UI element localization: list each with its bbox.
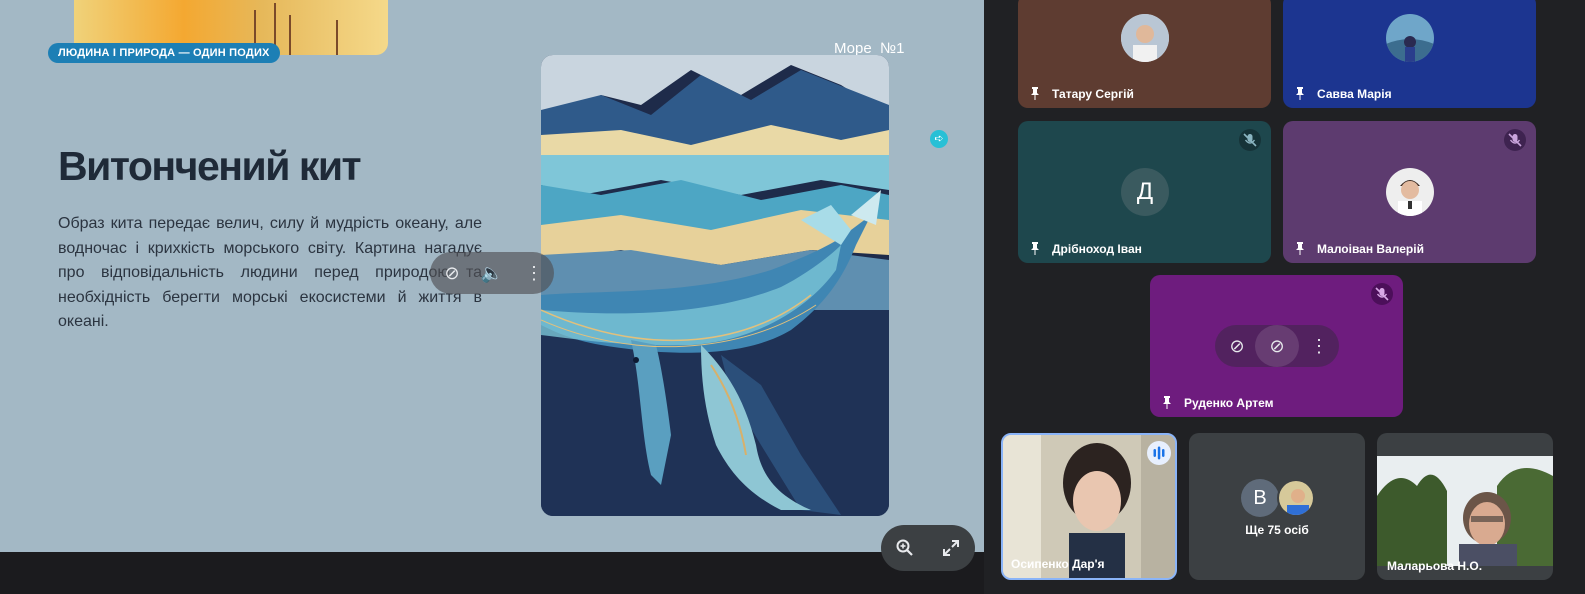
presentation-hover-controls: ⊘ 🔈 ⋮ [430,252,554,294]
participant-tile[interactable]: Д Дрібноход Іван [1018,121,1271,263]
participant-tile[interactable]: Татару Сергій [1018,0,1271,108]
pin-icon [1163,396,1171,409]
avatar [1277,479,1315,517]
speaking-indicator-icon [1147,441,1171,465]
zoom-in-icon[interactable] [889,532,921,564]
section-badge: ЛЮДИНА І ПРИРОДА — ОДИН ПОДИХ [48,43,280,63]
participant-name: Руденко Артем [1184,396,1274,410]
more-participants-label: Ще 75 осіб [1245,523,1309,537]
participant-tile[interactable]: Малоіван Валерій [1283,121,1536,263]
whale-painting [541,55,889,516]
meeting-window: ЛЮДИНА І ПРИРОДА — ОДИН ПОДИХ Море №1 Ви… [0,0,1585,594]
volume-icon[interactable]: 🔈 [480,261,504,285]
self-name: Осипенко Дар'я [1011,557,1105,571]
pin-icon [1296,242,1304,255]
unpin-icon[interactable]: ⊘ [1225,334,1249,358]
zoom-controls [881,525,975,571]
participant-name: Дрібноход Іван [1052,242,1142,256]
unpin-icon[interactable]: ⊘ [440,261,464,285]
pin-icon [1031,242,1039,255]
participant-name: Савва Марія [1317,87,1392,101]
more-options-icon[interactable]: ⋮ [522,261,546,285]
participant-tile[interactable]: Савва Марія [1283,0,1536,108]
participant-name: Татару Сергій [1052,87,1134,101]
participant-name: Маларьова Н.О. [1387,559,1483,573]
presentation-footer [0,552,984,594]
pin-icon [1296,87,1304,100]
avatar: Д [1121,168,1169,216]
avatar [1121,14,1169,62]
navigation-dot-icon[interactable]: ➪ [930,130,948,148]
mic-off-icon [1371,283,1393,305]
self-view-tile[interactable]: Осипенко Дар'я [1001,433,1177,580]
tile-hover-controls: ⊘ ⊘ ⋮ [1215,325,1339,367]
avatar [1386,168,1434,216]
more-participants-tile[interactable]: В Ще 75 осіб [1189,433,1365,580]
slide-title: Витончений кит [58,143,362,189]
participant-name: Малоіван Валерій [1317,242,1424,256]
avatar: В [1241,479,1279,517]
mic-off-icon [1239,129,1261,151]
fullscreen-icon[interactable] [935,532,967,564]
presentation-slide[interactable]: ЛЮДИНА І ПРИРОДА — ОДИН ПОДИХ Море №1 Ви… [0,0,984,552]
pin-icon [1031,87,1039,100]
participant-tile[interactable]: ⊘ ⊘ ⋮ Руденко Артем [1150,275,1403,417]
participant-tile[interactable]: Маларьова Н.О. [1377,433,1553,580]
slide-description: Образ кита передає велич, силу й мудріст… [58,215,482,330]
remove-pin-icon[interactable]: ⊘ [1255,325,1299,367]
more-options-icon[interactable]: ⋮ [1307,334,1331,358]
mic-off-icon [1504,129,1526,151]
avatar [1386,14,1434,62]
